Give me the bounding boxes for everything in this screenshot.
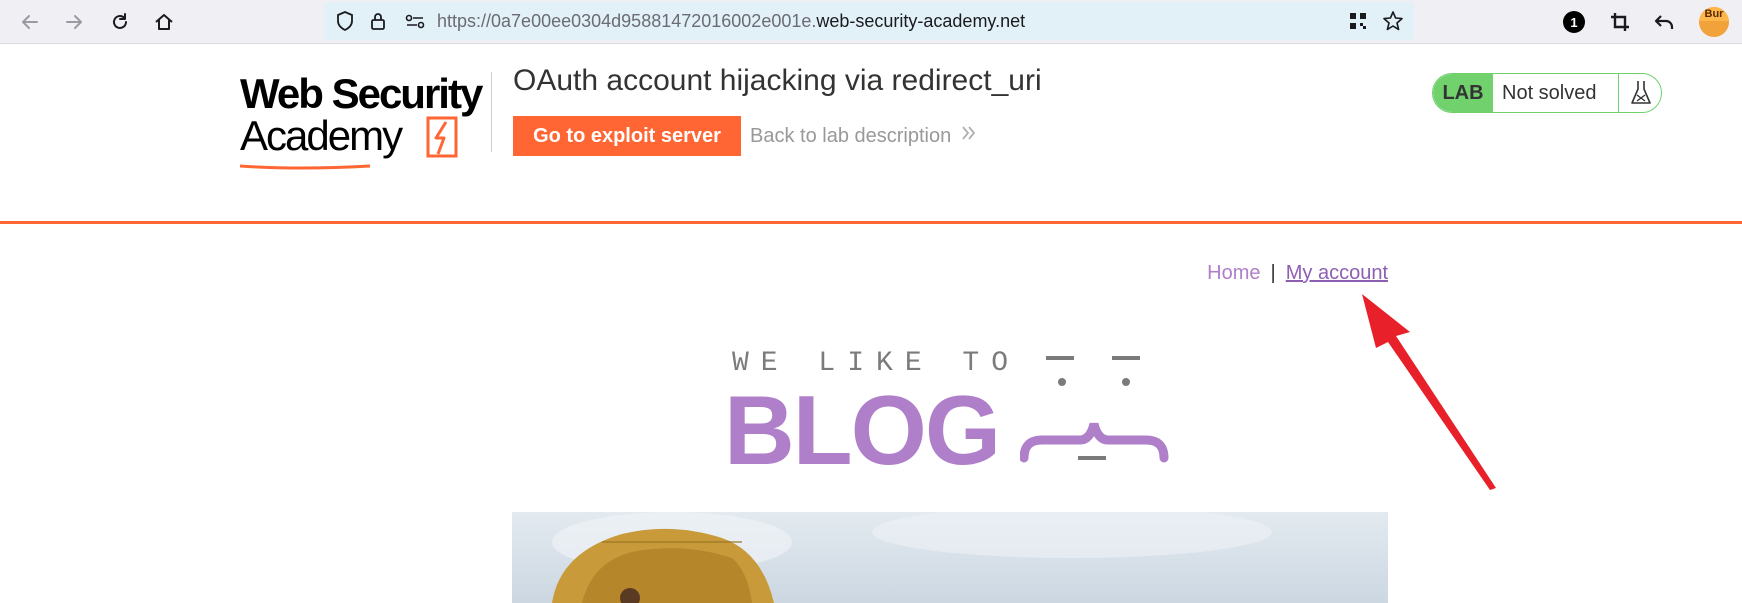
browser-toolbar: https://0a7e00ee0304d95881472016002e001e…: [0, 0, 1742, 44]
extension-label: Bur: [1699, 7, 1729, 21]
blog-hero-image: [512, 512, 1388, 603]
lab-header: Web Security Academy OAuth account hijac…: [0, 44, 1742, 224]
back-to-lab-description-link[interactable]: Back to lab description: [750, 125, 951, 148]
nav-home-link[interactable]: Home: [1207, 262, 1260, 284]
lab-status-widget: LAB Not solved: [1432, 73, 1662, 113]
lab-status-text: Not solved: [1502, 82, 1597, 104]
home-icon[interactable]: [148, 6, 180, 38]
lab-badge: LAB: [1433, 74, 1493, 112]
flask-icon: [1618, 74, 1661, 112]
crop-icon[interactable]: [1604, 6, 1636, 38]
url-prefix: https://0a7e00ee0304d95881472016002e001e…: [437, 11, 817, 31]
shield-icon[interactable]: [334, 10, 356, 37]
banner-title: BLOG: [724, 375, 1001, 485]
red-arrow-annotation-icon: [1362, 294, 1496, 490]
url-domain: web-security-academy.net: [816, 11, 1026, 31]
logo-line2: Academy: [240, 112, 403, 159]
url-text[interactable]: https://0a7e00ee0304d95881472016002e001e…: [437, 11, 1025, 32]
notification-badge-icon[interactable]: 1: [1558, 6, 1590, 38]
reload-icon[interactable]: [104, 6, 136, 38]
curly-face-icon: [1020, 356, 1169, 463]
nav-separator: |: [1270, 262, 1276, 284]
logo-divider: [491, 72, 492, 152]
burp-extension-icon[interactable]: Bur: [1694, 6, 1734, 38]
person-with-hat-image-icon: [512, 512, 1388, 603]
qr-code-icon[interactable]: [1348, 11, 1368, 36]
go-to-exploit-server-button[interactable]: Go to exploit server: [513, 116, 741, 156]
logo-line1: Web Security: [240, 70, 483, 117]
lightning-bolt-icon: [426, 116, 458, 158]
lab-title: OAuth account hijacking via redirect_uri: [513, 64, 1042, 97]
nav-my-account-link[interactable]: My account: [1286, 262, 1388, 284]
logo-underline-icon: [240, 164, 371, 170]
undo-icon[interactable]: [1648, 6, 1680, 38]
blog-nav: Home | My account: [1180, 262, 1388, 290]
forward-arrow-icon[interactable]: [58, 6, 90, 38]
web-security-academy-logo[interactable]: Web Security Academy: [240, 72, 490, 172]
permissions-icon[interactable]: [404, 11, 426, 36]
notification-count: 1: [1563, 11, 1585, 33]
double-chevron-right-icon: [960, 122, 978, 150]
lock-icon[interactable]: [368, 10, 388, 37]
back-arrow-icon[interactable]: [14, 6, 46, 38]
bookmark-star-icon[interactable]: [1382, 10, 1404, 37]
address-bar[interactable]: https://0a7e00ee0304d95881472016002e001e…: [324, 2, 1414, 40]
